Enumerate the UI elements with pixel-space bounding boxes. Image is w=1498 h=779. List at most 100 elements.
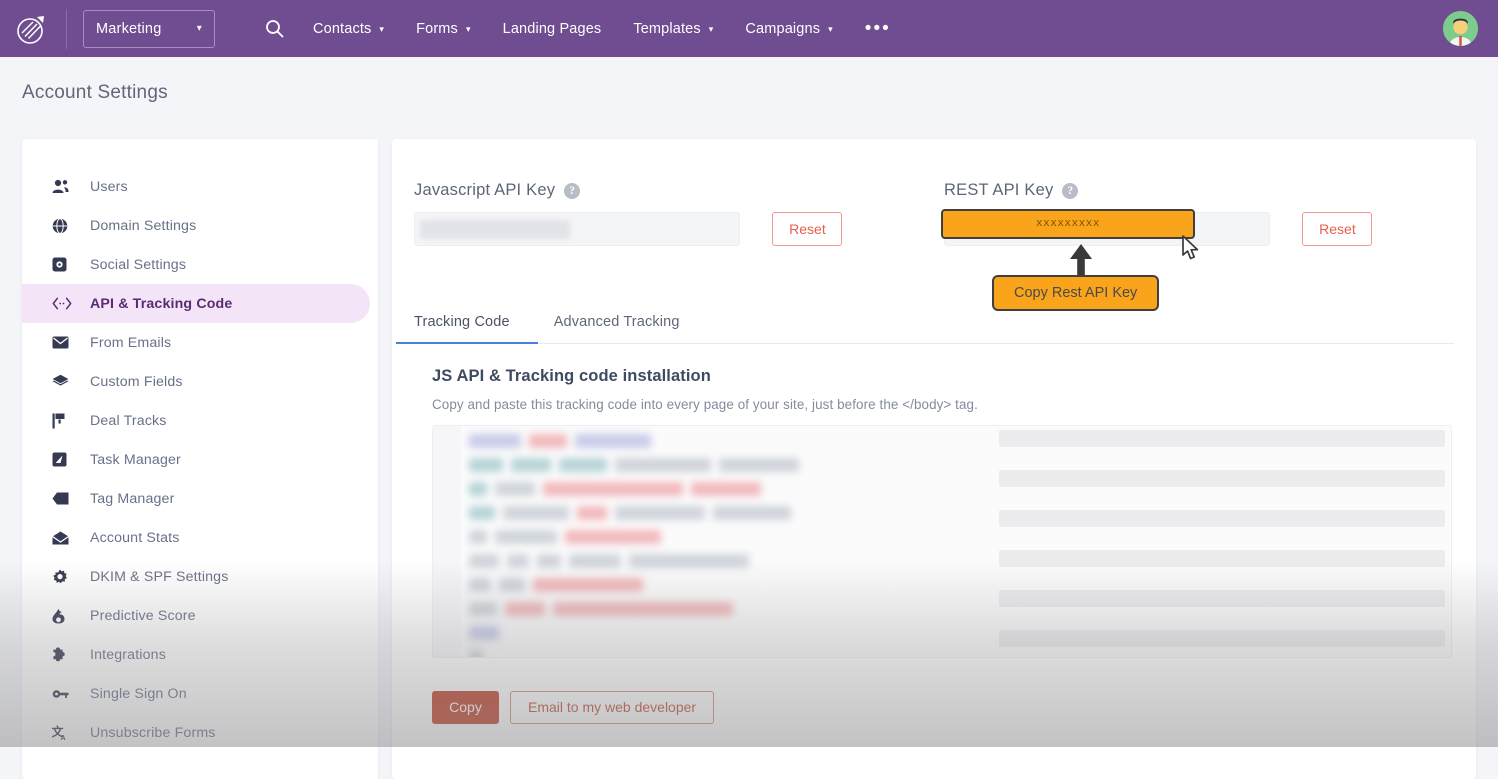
envelope-icon [52,336,78,349]
nav-item-contacts[interactable]: Contacts ▾ [297,0,400,57]
nav-item-landing-pages[interactable]: Landing Pages [487,0,618,57]
mouse-pointer-icon [1181,235,1203,263]
sidebar-item-custom-fields[interactable]: Custom Fields [22,362,370,401]
users-icon [52,179,78,194]
svg-text:A: A [61,735,66,741]
sidebar-item-label: Custom Fields [90,373,183,390]
rest-api-key-highlight-overlay[interactable]: xxxxxxxxx [941,209,1195,239]
nav-menu: Contacts ▾ Forms ▾ Landing Pages Templat… [297,0,907,57]
avatar[interactable] [1443,11,1478,46]
key-icon [52,688,78,700]
sidebar-item-social-settings[interactable]: Social Settings [22,245,370,284]
tracking-tabs: Tracking Code Advanced Tracking [396,300,1454,344]
chevron-down-icon: ▾ [828,24,833,34]
redacted-code-stripes [999,430,1445,657]
email-to-web-developer-button[interactable]: Email to my web developer [510,691,715,724]
sidebar-item-unsubscribe-forms[interactable]: 文A Unsubscribe Forms [22,713,370,752]
sidebar-item-label: Single Sign On [90,685,187,702]
sidebar-item-domain-settings[interactable]: Domain Settings [22,206,370,245]
code-gutter [433,426,461,657]
code-brackets-icon [52,297,78,310]
sidebar-item-label: Account Stats [90,529,180,546]
sidebar-item-single-sign-on[interactable]: Single Sign On [22,674,370,713]
layers-icon [52,374,78,389]
page-title: Account Settings [22,82,168,103]
tab-tracking-code[interactable]: Tracking Code [396,314,538,344]
sidebar-item-label: DKIM & SPF Settings [90,568,229,585]
search-button[interactable] [259,14,289,44]
translate-icon: 文A [52,725,78,741]
main-content-card: Javascript API Key ? Reset REST API Key … [392,139,1476,779]
sidebar-item-label: API & Tracking Code [90,295,233,312]
sidebar-item-integrations[interactable]: Integrations [22,635,370,674]
rest-api-key-masked-value: xxxxxxxxx [1036,218,1100,230]
sidebar-item-label: Unsubscribe Forms [90,724,216,741]
javascript-api-key-label: Javascript API Key ? [414,181,874,200]
copy-button[interactable]: Copy [432,691,499,724]
sidebar-item-label: Users [90,178,128,195]
sidebar-item-deal-tracks[interactable]: Deal Tracks [22,401,370,440]
chevron-down-icon: ▾ [708,24,714,34]
org-selector-label: Marketing [96,20,162,37]
nav-item-label: Contacts [313,20,372,37]
chevron-down-icon: ▾ [465,24,471,34]
sidebar-item-label: Task Manager [90,451,181,468]
section-title: JS API & Tracking code installation [432,367,711,385]
sidebar-item-from-emails[interactable]: From Emails [22,323,370,362]
puzzle-icon [52,647,78,663]
rest-api-key-block: REST API Key ? xxxxxxxxx Copy Rest API K… [941,181,1404,311]
gear-icon [52,569,78,585]
nav-item-templates[interactable]: Templates ▾ [617,0,729,57]
task-edit-icon [52,452,78,467]
rest-api-key-reset-button[interactable]: Reset [1302,212,1373,246]
sidebar-item-predictive-score[interactable]: Predictive Score [22,596,370,635]
javascript-api-key-input[interactable] [414,212,740,246]
nav-divider [66,8,67,49]
rest-api-key-input[interactable]: xxxxxxxxx Copy Rest API Key [941,209,1270,311]
flag-icon [52,413,78,429]
sidebar-item-label: Integrations [90,646,166,663]
sidebar-item-label: Tag Manager [90,490,175,507]
javascript-api-key-reset-button[interactable]: Reset [772,212,843,246]
sidebar-item-label: Predictive Score [90,607,196,624]
help-circle-icon[interactable]: ? [1062,182,1079,199]
nav-item-label: Forms [416,20,458,37]
redacted-value [420,220,570,239]
tooltip-label: Copy Rest API Key [1014,285,1138,301]
sidebar-item-users[interactable]: Users [22,167,370,206]
sidebar-item-account-stats[interactable]: Account Stats [22,518,370,557]
app-logo[interactable] [8,0,56,57]
tracking-code-block[interactable] [432,425,1452,658]
open-envelope-icon [52,531,78,545]
sidebar-item-api-tracking-code[interactable]: API & Tracking Code [22,284,370,323]
nav-item-label: Templates [633,20,701,37]
nav-item-label: Landing Pages [502,20,602,37]
user-avatar-icon [1443,11,1478,46]
redacted-code-content [469,434,1029,657]
tag-icon [52,492,78,505]
tab-label: Tracking Code [414,314,510,330]
nav-item-campaigns[interactable]: Campaigns ▾ [729,0,848,57]
sidebar-item-task-manager[interactable]: Task Manager [22,440,370,479]
search-icon [265,20,283,38]
tab-label: Advanced Tracking [553,314,680,330]
section-description: Copy and paste this tracking code into e… [432,397,978,412]
nav-item-forms[interactable]: Forms ▾ [400,0,487,57]
tab-advanced-tracking[interactable]: Advanced Tracking [554,314,690,343]
copy-rest-api-key-tooltip: Copy Rest API Key [992,275,1160,311]
sidebar-item-dkim-spf-settings[interactable]: DKIM & SPF Settings [22,557,370,596]
social-share-icon [52,257,78,272]
sidebar-item-label: Domain Settings [90,217,197,234]
sidebar-item-label: From Emails [90,334,172,351]
org-selector[interactable]: Marketing ▾ [83,9,215,48]
agile-logo-icon [17,15,44,44]
help-circle-icon[interactable]: ? [564,182,581,199]
nav-more-button[interactable]: ••• [849,19,907,38]
chevron-down-icon: ▾ [379,24,385,34]
sidebar-item-label: Deal Tracks [90,412,167,429]
javascript-api-key-block: Javascript API Key ? Reset [414,181,874,246]
nav-item-label: Campaigns [745,20,821,37]
sidebar-item-tag-manager[interactable]: Tag Manager [22,479,370,518]
flame-icon [52,608,78,624]
top-navigation-bar: Marketing ▾ Contacts ▾ Forms ▾ Landing P… [0,0,1498,57]
